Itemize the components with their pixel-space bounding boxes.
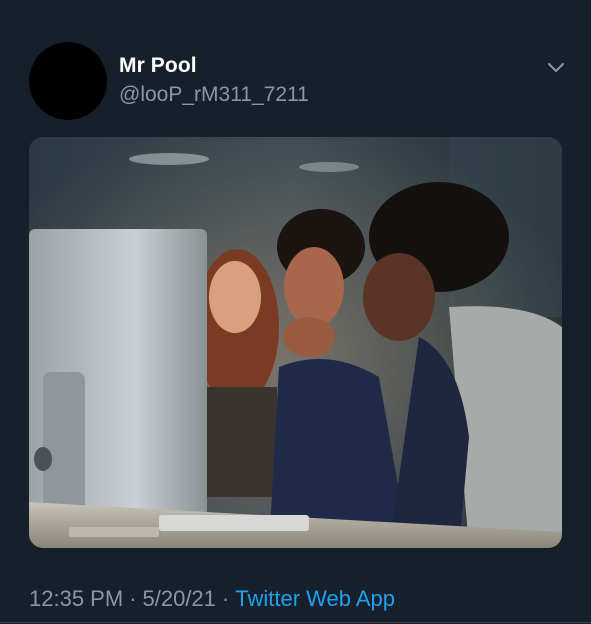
office-photo [29, 137, 562, 548]
tweet-source-link[interactable]: Twitter Web App [235, 586, 395, 611]
chevron-down-icon [548, 63, 564, 72]
tweet-detail: Mr Pool @looP_rM311_7211 12:35 PM · 5/20… [0, 0, 591, 624]
tweet-menu-button[interactable] [544, 58, 568, 78]
previous-tweet-text-cutoff [34, 0, 504, 4]
avatar[interactable] [29, 42, 107, 120]
tweet-date[interactable]: 5/20/21 [143, 586, 216, 611]
separator-dot: · [221, 586, 230, 611]
separator-dot: · [129, 586, 137, 611]
author-display-name[interactable]: Mr Pool [119, 54, 197, 78]
tweet-photo[interactable] [29, 137, 562, 548]
author-handle[interactable]: @looP_rM311_7211 [119, 83, 309, 107]
tweet-timestamp-source: 12:35 PM · 5/20/21 · Twitter Web App [29, 586, 395, 612]
divider [0, 622, 591, 623]
tweet-time[interactable]: 12:35 PM [29, 586, 123, 611]
